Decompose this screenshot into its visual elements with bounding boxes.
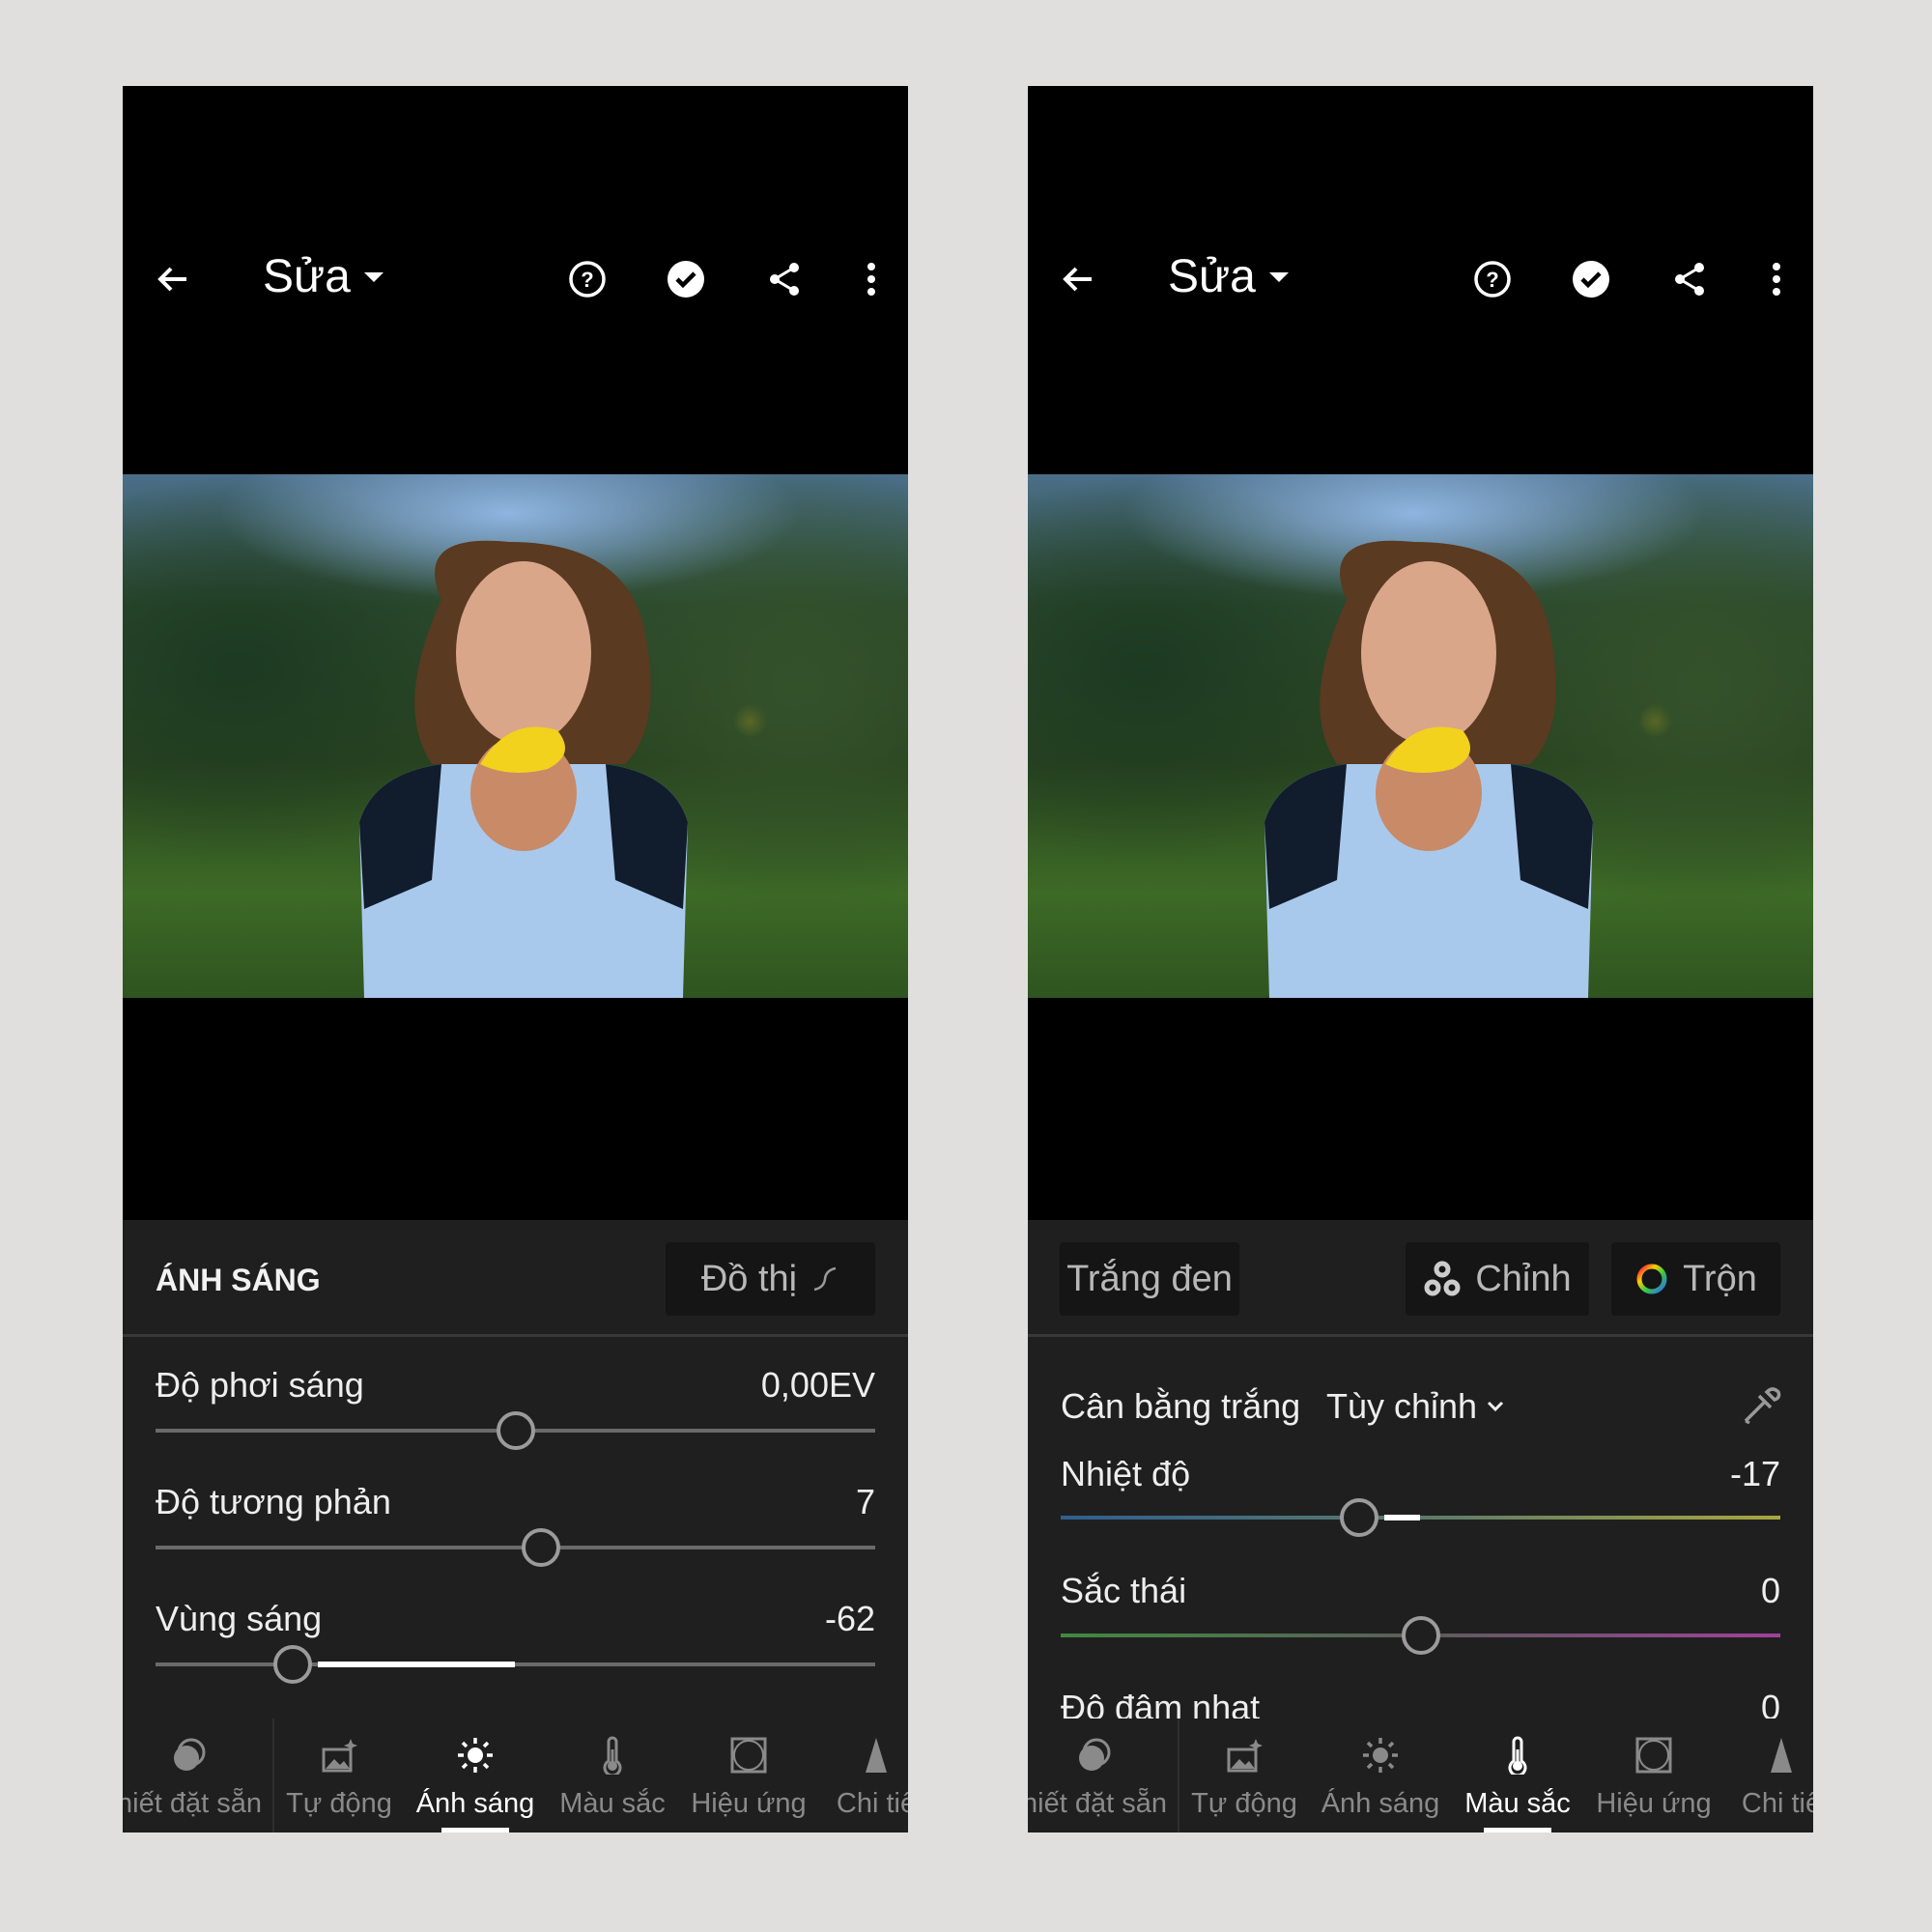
help-circle-icon[interactable]: ? <box>566 258 609 300</box>
slider-thumb[interactable] <box>1340 1498 1379 1537</box>
color-grading-button[interactable]: Chỉnh <box>1406 1242 1589 1316</box>
nav-tab-6[interactable]: Chi tiế <box>804 1719 908 1833</box>
contrast-label: Độ tương phản <box>156 1482 391 1521</box>
panel-header: Trắng đen Chỉnh Trộn <box>1028 1220 1813 1337</box>
portrait-image <box>359 540 688 998</box>
check-circle-icon[interactable] <box>665 258 707 300</box>
light-sun-icon <box>456 1736 495 1775</box>
back-arrow-icon[interactable] <box>1057 258 1099 300</box>
more-vertical-icon[interactable] <box>1755 258 1798 300</box>
slider-thumb[interactable] <box>521 1528 560 1567</box>
temperature-slider[interactable] <box>1061 1498 1780 1537</box>
tint-value: 0 <box>1760 1571 1780 1610</box>
detail-triangle-icon <box>857 1736 895 1775</box>
white-balance-dropdown[interactable]: Tùy chỉnh <box>1326 1386 1506 1427</box>
presets-icon <box>1075 1736 1114 1775</box>
back-arrow-icon[interactable] <box>152 258 194 300</box>
help-circle-icon[interactable]: ? <box>1471 258 1514 300</box>
portrait-image <box>1264 540 1593 998</box>
three-circles-icon <box>1424 1261 1461 1296</box>
nav-tab-label: Chi tiế <box>1741 1788 1813 1819</box>
bottom-tool-nav: hiết đặt sẵn Tự động Ánh sáng Màu sắc Hiệu ứ… <box>1028 1719 1813 1833</box>
panel-header: ÁNH SÁNG Đồ thị <box>123 1220 908 1337</box>
color-thermometer-icon <box>1498 1736 1537 1777</box>
top-bar: Sửa ? <box>1028 86 1813 302</box>
active-tab-indicator <box>1484 1828 1551 1833</box>
mix-label: Trộn <box>1683 1258 1757 1299</box>
detail-triangle-icon <box>1762 1736 1801 1775</box>
svg-text:?: ? <box>581 268 593 292</box>
nav-tab-6[interactable]: Chi tiế <box>1709 1719 1813 1833</box>
curve-icon <box>813 1266 837 1292</box>
edit-title: Sửa <box>1168 251 1256 302</box>
section-title: ÁNH SÁNG <box>156 1263 321 1297</box>
active-tab-indicator <box>441 1828 509 1833</box>
contrast-slider[interactable] <box>156 1528 875 1567</box>
bottom-tool-nav: hiết đặt sẵn Tự động Ánh sáng Màu sắc Hiệu ứ… <box>123 1719 908 1833</box>
temperature-label: Nhiệt độ <box>1061 1454 1191 1493</box>
highlights-slider[interactable] <box>156 1645 875 1684</box>
slider-fill <box>317 1662 516 1667</box>
presets-icon <box>170 1736 209 1775</box>
contrast-value: 7 <box>855 1482 875 1521</box>
caret-down-icon <box>363 271 384 282</box>
highlights-label: Vùng sáng <box>156 1599 323 1638</box>
highlights-value: -62 <box>824 1599 875 1638</box>
slider-thumb[interactable] <box>496 1411 535 1450</box>
curve-label: Đồ thị <box>700 1258 798 1299</box>
tint-slider[interactable] <box>1061 1616 1780 1655</box>
slider-thumb[interactable] <box>1401 1616 1440 1655</box>
nav-tab-label: Chi tiế <box>836 1788 908 1819</box>
chevron-down-icon <box>1488 1401 1504 1412</box>
edit-mode-dropdown[interactable]: Sửa <box>263 250 384 303</box>
bw-label: Trắng đen <box>1066 1258 1233 1299</box>
tint-label: Sắc thái <box>1061 1571 1187 1610</box>
edit-mode-dropdown[interactable]: Sửa <box>1168 250 1289 303</box>
auto-icon <box>320 1736 358 1775</box>
photo-preview[interactable] <box>1028 474 1813 998</box>
top-bar: Sửa ? <box>123 86 908 302</box>
white-balance-label: Cân bằng trắng <box>1061 1386 1301 1426</box>
temperature-value: -17 <box>1729 1454 1780 1493</box>
check-circle-icon[interactable] <box>1570 258 1612 300</box>
edit-title: Sửa <box>263 251 351 302</box>
black-white-button[interactable]: Trắng đen <box>1060 1242 1239 1316</box>
svg-text:?: ? <box>1486 268 1498 292</box>
color-mix-button[interactable]: Trộn <box>1611 1242 1780 1316</box>
auto-icon <box>1225 1736 1264 1775</box>
color-thermometer-icon <box>593 1736 632 1777</box>
eyedropper-icon[interactable] <box>1740 1384 1782 1432</box>
color-wheel-icon <box>1636 1264 1667 1294</box>
phone-screen-light: Sửa ? ÁNH SÁNG Đồ thị Độ phơi sáng 0,00E… <box>123 86 908 1833</box>
slider-fill <box>1384 1515 1421 1520</box>
caret-down-icon <box>1268 271 1289 282</box>
effects-icon <box>729 1736 768 1775</box>
slider-thumb[interactable] <box>272 1645 312 1684</box>
more-vertical-icon[interactable] <box>850 258 893 300</box>
phone-screen-color: Sửa ? Trắng đen Chỉnh Trộn Cân bằng trắn… <box>1028 86 1813 1833</box>
exposure-value: 0,00EV <box>760 1365 875 1405</box>
curve-button[interactable]: Đồ thị <box>666 1242 875 1316</box>
wb-value: Tùy chỉnh <box>1326 1386 1478 1426</box>
share-icon[interactable] <box>763 258 806 300</box>
photo-preview[interactable] <box>123 474 908 998</box>
exposure-label: Độ phơi sáng <box>156 1365 364 1405</box>
grading-label: Chỉnh <box>1475 1258 1572 1299</box>
exposure-slider[interactable] <box>156 1411 875 1450</box>
share-icon[interactable] <box>1668 258 1711 300</box>
light-sun-icon <box>1361 1736 1400 1775</box>
effects-icon <box>1634 1736 1673 1775</box>
